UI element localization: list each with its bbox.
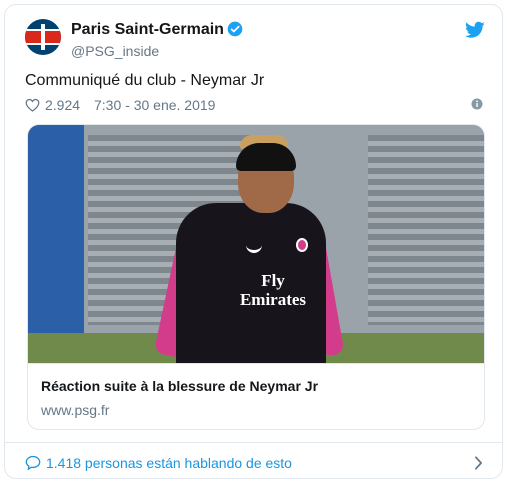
photo-blue-panel [28,125,84,335]
tweet-footer[interactable]: 1.418 personas están hablando de esto [25,452,485,474]
twitter-bird-icon[interactable] [465,21,485,39]
author-block[interactable]: Paris Saint-Germain @PSG_inside [71,20,243,60]
info-icon[interactable] [471,98,483,110]
tweet-header: Paris Saint-Germain @PSG_inside [25,19,485,59]
avatar-eiffel-tower [41,24,45,50]
tweet-meta: 2.924 7:30 - 30 ene. 2019 [25,95,485,115]
timestamp[interactable]: 7:30 - 30 ene. 2019 [94,97,215,113]
card-text-block[interactable]: Réaction suite à la blessure de Neymar J… [28,363,484,429]
conversation-link[interactable]: 1.418 personas están hablando de esto [46,455,292,471]
link-preview-card[interactable]: Fly Emirates Réaction suite à la blessur… [27,124,485,430]
card-title[interactable]: Réaction suite à la blessure de Neymar J… [41,378,318,394]
shirt-crest [296,238,308,252]
chevron-right-icon[interactable] [474,456,483,470]
like-count[interactable]: 2.924 [45,97,80,113]
comment-icon [25,455,41,470]
card-photo[interactable]: Fly Emirates [28,125,484,363]
card-domain: www.psg.fr [41,402,110,418]
heart-icon[interactable] [25,98,40,112]
tweet-text: Communiqué du club - Neymar Jr [25,72,265,89]
shirt-sponsor-line2: Emirates [239,290,307,309]
player-headband [236,143,296,171]
verified-icon [227,21,243,37]
display-name-text[interactable]: Paris Saint-Germain [71,21,224,38]
display-name[interactable]: Paris Saint-Germain [71,20,243,40]
shirt-sponsor-text: Fly Emirates [238,271,308,309]
photo-shutter-right [368,135,484,325]
shirt-sponsor-line1: Fly [261,271,285,290]
handle[interactable]: @PSG_inside [71,42,243,60]
tweet-embed: Paris Saint-Germain @PSG_inside Communiq… [4,4,503,479]
footer-divider [5,442,502,443]
avatar[interactable] [25,19,61,55]
